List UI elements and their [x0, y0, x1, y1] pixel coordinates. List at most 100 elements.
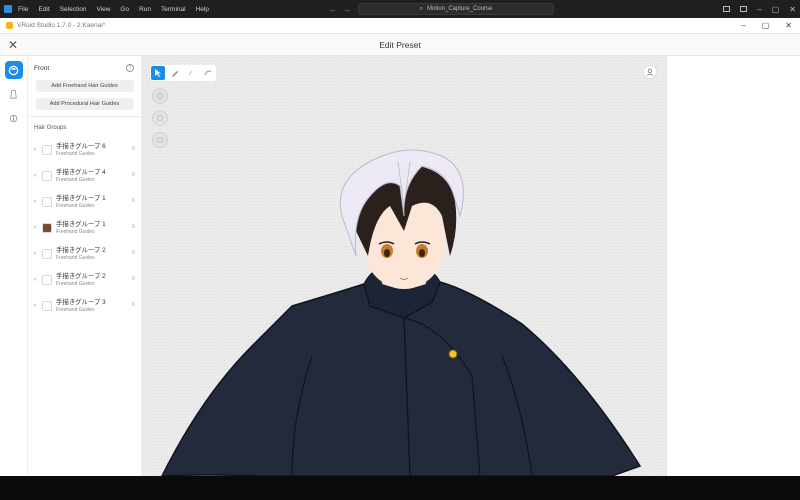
- eraser-icon: [188, 70, 193, 76]
- app-close-icon[interactable]: ✕: [785, 21, 792, 30]
- group-menu-icon[interactable]: ≡: [131, 302, 135, 308]
- os-title-bar: File Edit Selection View Go Run Terminal…: [0, 0, 800, 18]
- rail-accessory-button[interactable]: [5, 109, 23, 127]
- help-icon[interactable]: ?: [126, 64, 134, 72]
- menu-edit[interactable]: Edit: [38, 6, 49, 13]
- minimize-icon[interactable]: –: [757, 5, 761, 14]
- group-name: 手描きグループ 4: [56, 168, 106, 176]
- menu-run[interactable]: Run: [139, 6, 151, 13]
- group-color-swatch[interactable]: [42, 249, 52, 259]
- tool-palette: [150, 65, 216, 81]
- hair-group-row[interactable]: › 手描きグループ 6 Freehand Guides ≡: [28, 137, 141, 163]
- maximize-icon[interactable]: ▢: [772, 5, 780, 14]
- close-window-icon[interactable]: ✕: [789, 5, 796, 14]
- group-color-swatch[interactable]: [42, 223, 52, 233]
- add-freehand-button[interactable]: Add Freehand Hair Guides: [35, 80, 134, 92]
- group-type: Freehand Guides: [56, 254, 95, 261]
- nav-arrows: ← →: [329, 5, 351, 14]
- app-window-controls: – ▢ ✕: [741, 21, 792, 30]
- hair-group-row[interactable]: › 手描きグループ 1 Freehand Guides ≡: [28, 215, 141, 241]
- screen: File Edit Selection View Go Run Terminal…: [0, 0, 800, 500]
- vscode-icon: [0, 0, 16, 18]
- back-arrow-icon[interactable]: ←: [329, 5, 337, 14]
- group-type: Freehand Guides: [56, 176, 95, 183]
- pen-icon: [171, 71, 178, 77]
- chevron-right-icon[interactable]: ›: [34, 147, 42, 153]
- menu-view[interactable]: View: [96, 6, 110, 13]
- group-text: 手描きグループ 2 Freehand Guides: [56, 273, 106, 288]
- app-minimize-icon[interactable]: –: [741, 21, 745, 30]
- category-rail: [0, 56, 28, 476]
- camera-reset-button[interactable]: [643, 65, 657, 79]
- select-cursor-icon: [154, 69, 161, 77]
- group-type: Freehand Guides: [56, 150, 95, 157]
- menu-help[interactable]: Help: [196, 6, 209, 13]
- hair-guides-panel: Front ? Add Freehand Hair Guides Add Pro…: [28, 56, 142, 476]
- select-tool[interactable]: [151, 66, 165, 80]
- smooth-tool[interactable]: [201, 66, 215, 80]
- rail-body-button[interactable]: [5, 85, 23, 103]
- taskbar: [0, 476, 800, 500]
- chevron-right-icon[interactable]: ›: [34, 199, 42, 205]
- hair-group-row[interactable]: › 手描きグループ 2 Freehand Guides ≡: [28, 241, 141, 267]
- group-menu-icon[interactable]: ≡: [131, 172, 135, 178]
- menu-terminal[interactable]: Terminal: [161, 6, 186, 13]
- layout-icon[interactable]: [723, 6, 731, 12]
- command-search-text: Motion_Capture_Course: [427, 6, 493, 12]
- properties-panel: [666, 56, 800, 476]
- group-menu-icon[interactable]: ≡: [131, 198, 135, 204]
- chevron-right-icon[interactable]: ›: [34, 251, 42, 257]
- hair-group-row[interactable]: › 手描きグループ 1 Freehand Guides ≡: [28, 189, 141, 215]
- pen-tool[interactable]: [168, 66, 182, 80]
- group-color-swatch[interactable]: [42, 275, 52, 285]
- viewport-mirror-button[interactable]: [152, 132, 168, 148]
- vroid-logo-icon: [6, 22, 13, 29]
- hair-icon: [8, 65, 19, 75]
- app-window-title: VRoid Studio 1.7.0 - 2.Kaenai*: [17, 22, 106, 29]
- menu-file[interactable]: File: [18, 6, 28, 13]
- viewport-redo-button[interactable]: [152, 110, 168, 126]
- group-menu-icon[interactable]: ≡: [131, 224, 135, 230]
- viewport-undo-button[interactable]: [152, 88, 168, 104]
- chevron-right-icon[interactable]: ›: [34, 225, 42, 231]
- app-title-bar: VRoid Studio 1.7.0 - 2.Kaenai* – ▢ ✕: [0, 18, 800, 34]
- section-title: Front: [34, 64, 50, 72]
- group-name: 手描きグループ 1: [56, 220, 106, 228]
- group-menu-icon[interactable]: ≡: [131, 250, 135, 256]
- hair-group-row[interactable]: › 手描きグループ 2 Freehand Guides ≡: [28, 267, 141, 293]
- chevron-right-icon[interactable]: ›: [34, 303, 42, 309]
- group-name: 手描きグループ 1: [56, 194, 106, 202]
- eraser-tool[interactable]: [185, 66, 199, 80]
- panel-header: Front ?: [28, 56, 141, 80]
- menu-go[interactable]: Go: [120, 6, 129, 13]
- group-color-swatch[interactable]: [42, 145, 52, 155]
- close-icon[interactable]: ✕: [8, 38, 18, 52]
- app-maximize-icon[interactable]: ▢: [762, 21, 770, 30]
- hair-group-row[interactable]: › 手描きグループ 4 Freehand Guides ≡: [28, 163, 141, 189]
- group-menu-icon[interactable]: ≡: [131, 146, 135, 152]
- mirror-icon: [157, 137, 163, 143]
- group-text: 手描きグループ 4 Freehand Guides: [56, 169, 106, 184]
- hair-group-row[interactable]: › 手描きグループ 3 Freehand Guides ≡: [28, 293, 141, 319]
- hair-groups-label: Hair Groups: [34, 125, 67, 131]
- forward-arrow-icon[interactable]: →: [343, 5, 351, 14]
- panel-icon[interactable]: [740, 6, 748, 12]
- group-menu-icon[interactable]: ≡: [131, 276, 135, 282]
- command-search[interactable]: ⌕ Motion_Capture_Course: [358, 3, 554, 15]
- chevron-right-icon[interactable]: ›: [34, 173, 42, 179]
- viewport[interactable]: [142, 56, 666, 476]
- undo-icon: [157, 93, 163, 99]
- group-text: 手描きグループ 3 Freehand Guides: [56, 299, 106, 314]
- add-procedural-button[interactable]: Add Procedural Hair Guides: [35, 98, 134, 110]
- menu-selection[interactable]: Selection: [60, 6, 87, 13]
- group-color-swatch[interactable]: [42, 197, 52, 207]
- chevron-right-icon[interactable]: ›: [34, 277, 42, 283]
- group-name: 手描きグループ 2: [56, 272, 106, 280]
- group-color-swatch[interactable]: [42, 301, 52, 311]
- group-type: Freehand Guides: [56, 306, 95, 313]
- group-type: Freehand Guides: [56, 228, 95, 235]
- group-color-swatch[interactable]: [42, 171, 52, 181]
- coat-button: [448, 349, 458, 359]
- redo-icon: [157, 115, 163, 121]
- rail-hair-button[interactable]: [4, 61, 23, 79]
